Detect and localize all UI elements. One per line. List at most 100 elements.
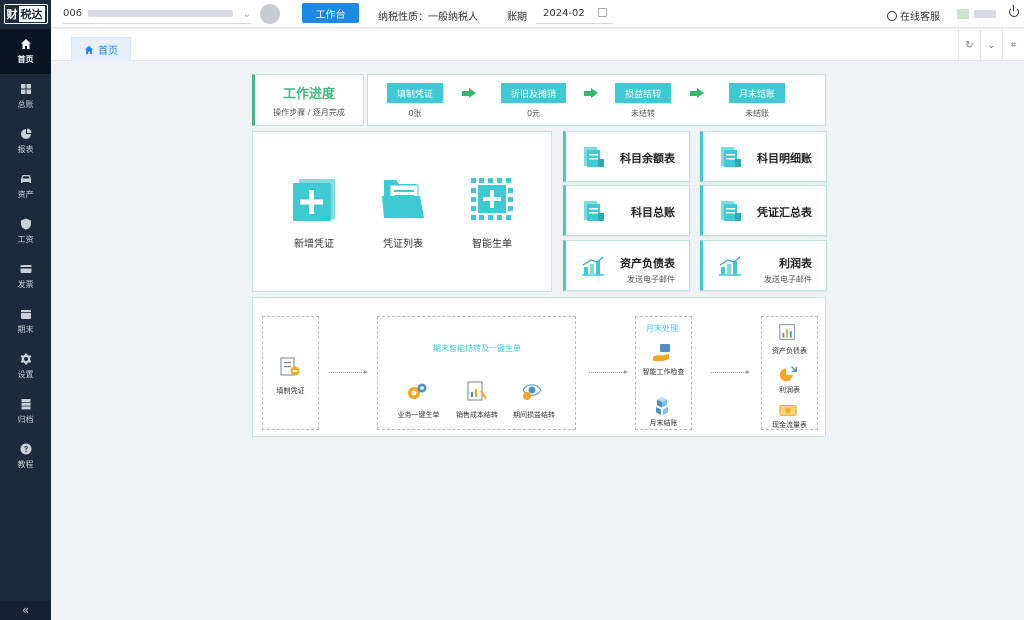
- quick-action-label: 智能生单: [472, 239, 512, 250]
- report-card-account-detail[interactable]: 科目明细账: [700, 131, 827, 182]
- sidebar-item-label: 设置: [17, 370, 34, 379]
- step-fill-voucher-button[interactable]: 填制凭证: [387, 83, 444, 103]
- bar-chart-icon: [719, 256, 741, 276]
- bar-chart-icon: [582, 256, 604, 276]
- fullscreen-icon[interactable]: ⌗: [1002, 29, 1024, 61]
- report-name: 科目明细账: [757, 152, 812, 165]
- report-card-balance-sheet[interactable]: 资产负债表 发送电子邮件: [563, 240, 690, 291]
- archive-icon: [21, 399, 30, 410]
- help-icon: [20, 443, 31, 455]
- report-name: 科目总账: [631, 206, 675, 219]
- step-month-close: 月末结账 未结账: [729, 83, 786, 119]
- workbench-button[interactable]: 工作台: [302, 3, 359, 23]
- flow-smart-check[interactable]: 智能工作检查: [638, 367, 689, 377]
- car-icon: [20, 175, 31, 183]
- sidebar-item-assets[interactable]: 资产: [0, 164, 51, 209]
- sidebar-collapse-button[interactable]: «: [0, 601, 51, 620]
- company-avatar-icon[interactable]: [260, 4, 280, 24]
- chart-report-icon: [779, 324, 795, 340]
- quick-actions-panel: 新增凭证 凭证列表 智能生单: [252, 131, 552, 292]
- work-progress-steps: 填制凭证 0张 折旧及摊销 0元 损益结转 未结转 月末结账 未结账: [367, 74, 826, 126]
- voucher-list-button[interactable]: 凭证列表: [368, 176, 438, 250]
- sidebar-item-label: 工资: [17, 235, 34, 244]
- refresh-icon[interactable]: ↻: [958, 29, 980, 61]
- sidebar-item-label: 报表: [17, 145, 34, 154]
- logout-power-icon[interactable]: [1009, 5, 1019, 17]
- sidebar-item-home[interactable]: 首页: [0, 29, 51, 74]
- profit-pie-icon: [779, 366, 797, 382]
- step-fill-voucher: 填制凭证 0张: [387, 83, 444, 119]
- flow-business-one-click[interactable]: 业务一键生单: [395, 410, 442, 420]
- period-date-picker[interactable]: 2024-02: [536, 4, 613, 24]
- top-bar: 006 ⌄ 工作台 纳税性质：一般纳税人 账期 2024-02 在线客服: [51, 0, 1024, 28]
- flow-arrow: [711, 370, 750, 374]
- sidebar-item-archive[interactable]: 归档: [0, 389, 51, 434]
- step-depreciation-button[interactable]: 折旧及摊销: [501, 83, 567, 103]
- sidebar-item-reports[interactable]: 报表: [0, 119, 51, 164]
- card-icon: [20, 265, 31, 273]
- quick-action-label: 凭证列表: [383, 239, 423, 250]
- report-doc-icon: [721, 201, 741, 221]
- tax-nature-label: 纳税性质：一般纳税人: [378, 12, 478, 23]
- tab-bar: 首页 ↻ ⌄ ⌗: [51, 29, 1024, 61]
- flow-sales-cost[interactable]: 销售成本结转: [453, 410, 501, 420]
- report-card-general-ledger[interactable]: 科目总账: [563, 185, 690, 236]
- arrow-right-icon: [690, 88, 704, 98]
- arrow-right-icon: [462, 88, 476, 98]
- sidebar-item-settings[interactable]: 设置: [0, 344, 51, 389]
- sidebar-item-label: 归档: [17, 415, 34, 424]
- flow-period-profit-loss[interactable]: 期间损益结转: [510, 410, 558, 420]
- report-name: 科目余额表: [620, 152, 675, 165]
- report-card-voucher-summary[interactable]: 凭证汇总表: [700, 185, 827, 236]
- chevron-down-icon: ⌄: [242, 9, 251, 20]
- step-profit-loss-button[interactable]: 损益结转: [615, 83, 672, 103]
- quick-action-label: 新增凭证: [294, 239, 334, 250]
- sidebar-item-period-end[interactable]: 期末: [0, 299, 51, 344]
- report-doc-icon: [584, 147, 604, 167]
- logo-text-a: 财: [6, 8, 18, 21]
- send-email-link[interactable]: 发送电子邮件: [764, 274, 812, 285]
- send-email-link[interactable]: 发送电子邮件: [627, 274, 675, 285]
- flow-arrow: [329, 370, 368, 374]
- chevron-down-icon[interactable]: ⌄: [980, 29, 1002, 61]
- report-doc-icon: [721, 147, 741, 167]
- online-support-link[interactable]: 在线客服: [887, 8, 940, 23]
- gear-icon: [20, 353, 31, 365]
- avatar: [957, 9, 969, 19]
- eye-coin-icon: [522, 384, 542, 400]
- app-logo[interactable]: 财 税达: [0, 0, 51, 28]
- period-label: 账期: [507, 12, 527, 23]
- gear-coins-icon: [408, 383, 427, 399]
- company-select[interactable]: 006 ⌄: [63, 4, 251, 24]
- tab-home[interactable]: 首页: [71, 37, 131, 61]
- report-name: 凭证汇总表: [757, 206, 812, 219]
- support-label: 在线客服: [900, 12, 940, 23]
- period-value: 2024-02: [543, 8, 585, 19]
- sidebar-item-salary[interactable]: 工资: [0, 209, 51, 254]
- step-month-close-button[interactable]: 月末结账: [729, 83, 786, 103]
- tab-home-label: 首页: [98, 46, 118, 57]
- user-info-redacted[interactable]: [957, 9, 999, 19]
- shield-icon: [20, 218, 31, 230]
- report-doc-icon: [584, 201, 604, 221]
- flow-balance-sheet[interactable]: 资产负债表: [764, 346, 815, 356]
- calendar-icon: [20, 310, 31, 319]
- folder-icon: [382, 180, 424, 218]
- sidebar-item-ledger[interactable]: 总账: [0, 74, 51, 119]
- report-card-income-statement[interactable]: 利润表 发送电子邮件: [700, 240, 827, 291]
- flow-arrow: [589, 370, 628, 374]
- flow-month-close[interactable]: 月末结账: [638, 418, 689, 428]
- company-code: 006: [63, 8, 83, 19]
- add-voucher-button[interactable]: 新增凭证: [279, 176, 349, 250]
- work-progress-title: 工作进度: [282, 86, 335, 102]
- home-icon: [20, 39, 31, 49]
- work-progress-header: 工作进度 操作步骤 / 逐月完成: [252, 74, 364, 126]
- sidebar-item-invoice[interactable]: 发票: [0, 254, 51, 299]
- add-voucher-icon: [293, 179, 335, 221]
- report-card-account-balance[interactable]: 科目余额表: [563, 131, 690, 182]
- sidebar-item-tutorial[interactable]: 教程: [0, 434, 51, 479]
- flow-income-statement[interactable]: 利润表: [764, 385, 815, 395]
- flow-cash-flow[interactable]: 现金流量表: [764, 420, 815, 430]
- step-value: 未结转: [631, 109, 655, 118]
- smart-generate-button[interactable]: 智能生单: [457, 176, 527, 250]
